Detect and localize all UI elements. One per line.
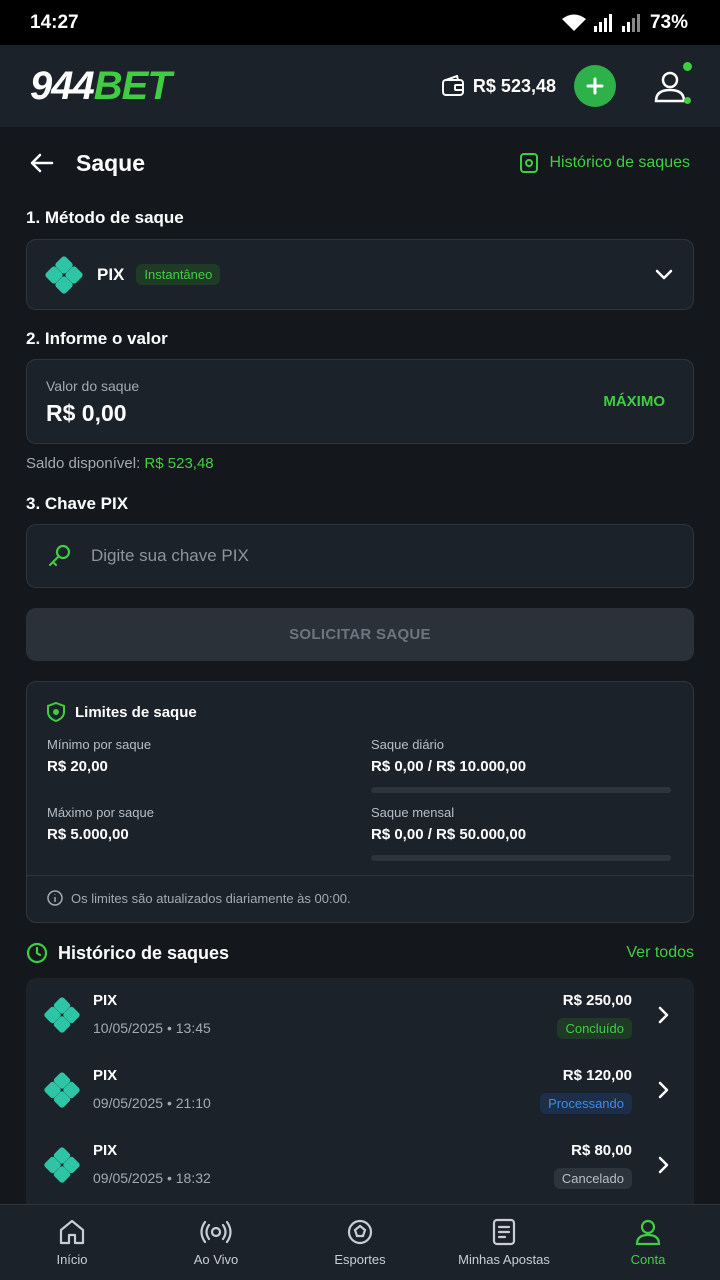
page-header: Saque Histórico de saques <box>0 127 720 199</box>
pix-key-section-label: 3. Chave PIX <box>26 494 129 513</box>
history-method: PIX <box>93 1142 118 1159</box>
history-row[interactable]: PIX 09/05/2025 • 18:32 R$ 80,00 Cancelad… <box>26 1128 694 1203</box>
status-badge: Processando <box>540 1093 632 1114</box>
amount-field-label: Valor do saque <box>46 378 140 394</box>
pix-icon <box>44 1147 80 1183</box>
signal-icon <box>593 13 612 32</box>
status-bar: 14:27 73% <box>0 0 720 45</box>
chevron-down-icon <box>655 269 673 279</box>
divider <box>27 875 693 876</box>
method-name: PIX <box>97 264 125 284</box>
plus-icon <box>586 77 604 95</box>
amount-input[interactable]: Valor do saque R$ 0,00 MÁXIMO <box>26 359 694 444</box>
withdraw-history-list: PIX 10/05/2025 • 13:45 R$ 250,00 Concluí… <box>26 978 694 1204</box>
withdraw-history-link[interactable]: Histórico de saques <box>519 152 690 174</box>
deposit-button[interactable] <box>574 65 616 107</box>
clock-icon <box>26 942 48 964</box>
daily-limit-bar <box>371 787 671 793</box>
shield-icon <box>47 702 65 722</box>
soccer-ball-icon <box>347 1219 373 1245</box>
chevron-right-icon <box>658 1081 669 1099</box>
pix-icon <box>45 255 83 294</box>
instant-badge: Instantâneo <box>136 264 221 285</box>
history-date: 09/05/2025 • 18:32 <box>93 1170 211 1186</box>
nav-my-bets[interactable]: Minhas Apostas <box>432 1205 576 1280</box>
status-time: 14:27 <box>30 11 79 33</box>
balance-amount: R$ 523,48 <box>472 75 556 96</box>
history-method: PIX <box>93 1067 118 1084</box>
history-date: 09/05/2025 • 21:10 <box>93 1095 211 1111</box>
profile-button[interactable] <box>650 62 692 106</box>
request-withdraw-button[interactable]: SOLICITAR SAQUE <box>26 608 694 661</box>
notification-dot <box>683 62 692 71</box>
method-selector[interactable]: PIX Instantâneo <box>26 239 694 310</box>
max-amount-button[interactable]: MÁXIMO <box>603 393 665 410</box>
pix-icon <box>44 997 80 1033</box>
app-header: 944BET R$ 523,48 <box>0 45 720 127</box>
info-icon <box>47 890 63 906</box>
wallet-icon <box>441 75 464 96</box>
nav-home[interactable]: Início <box>0 1205 144 1280</box>
history-amount: R$ 120,00 <box>562 1067 632 1084</box>
nav-live[interactable]: Ao Vivo <box>144 1205 288 1280</box>
monthly-limit: Saque mensal R$ 0,00 / R$ 50.000,00 <box>371 805 671 861</box>
battery-level: 73% <box>649 11 688 33</box>
history-title: Histórico de saques <box>26 942 229 964</box>
available-balance-value: R$ 523,48 <box>144 455 214 472</box>
limits-title: Limites de saque <box>47 702 197 722</box>
max-limit: Máximo por saque R$ 5.000,00 <box>47 805 154 843</box>
min-limit: Mínimo por saque R$ 20,00 <box>47 737 152 775</box>
bottom-navigation: Início Ao Vivo Esportes Minhas Apostas C… <box>0 1204 720 1280</box>
user-icon <box>635 1219 661 1246</box>
signal-icon-2 <box>621 13 640 32</box>
nav-sports[interactable]: Esportes <box>288 1205 432 1280</box>
chevron-right-icon <box>658 1156 669 1174</box>
home-icon <box>59 1219 85 1245</box>
pix-key-placeholder: Digite sua chave PIX <box>91 546 249 565</box>
user-icon <box>654 71 686 103</box>
see-all-link[interactable]: Ver todos <box>626 944 694 962</box>
history-row[interactable]: PIX 10/05/2025 • 13:45 R$ 250,00 Concluí… <box>26 978 694 1053</box>
daily-limit: Saque diário R$ 0,00 / R$ 10.000,00 <box>371 737 671 793</box>
key-icon <box>48 544 71 567</box>
wallet-balance[interactable]: R$ 523,48 <box>441 75 556 97</box>
history-header: Histórico de saques Ver todos <box>26 938 694 968</box>
brand-logo[interactable]: 944BET <box>30 64 172 109</box>
chevron-right-icon <box>658 1006 669 1024</box>
history-method: PIX <box>93 992 118 1009</box>
pix-key-input[interactable]: Digite sua chave PIX <box>26 524 694 588</box>
live-icon <box>200 1220 232 1244</box>
back-arrow-icon[interactable] <box>30 153 54 173</box>
receipt-icon <box>520 153 539 173</box>
page-title: Saque <box>76 149 146 176</box>
monthly-limit-bar <box>371 855 671 861</box>
withdraw-limits-card: Limites de saque Mínimo por saque R$ 20,… <box>26 681 694 923</box>
wifi-icon <box>561 14 586 31</box>
method-section-label: 1. Método de saque <box>26 208 184 227</box>
history-date: 10/05/2025 • 13:45 <box>93 1020 211 1036</box>
history-amount: R$ 250,00 <box>562 992 632 1009</box>
status-badge: Concluído <box>557 1018 632 1039</box>
history-amount: R$ 80,00 <box>571 1142 632 1159</box>
history-row[interactable]: PIX 09/05/2025 • 21:10 R$ 120,00 Process… <box>26 1053 694 1128</box>
pix-icon <box>44 1072 80 1108</box>
online-dot <box>684 97 691 104</box>
status-badge: Cancelado <box>553 1168 632 1189</box>
available-balance: Saldo disponível: R$ 523,48 <box>26 455 214 472</box>
status-icons: 73% <box>561 11 688 34</box>
limits-note: Os limites são atualizados diariamente à… <box>47 890 351 906</box>
amount-value[interactable]: R$ 0,00 <box>46 400 665 427</box>
amount-section-label: 2. Informe o valor <box>26 329 168 348</box>
nav-account[interactable]: Conta <box>576 1205 720 1280</box>
bets-icon <box>492 1218 516 1246</box>
